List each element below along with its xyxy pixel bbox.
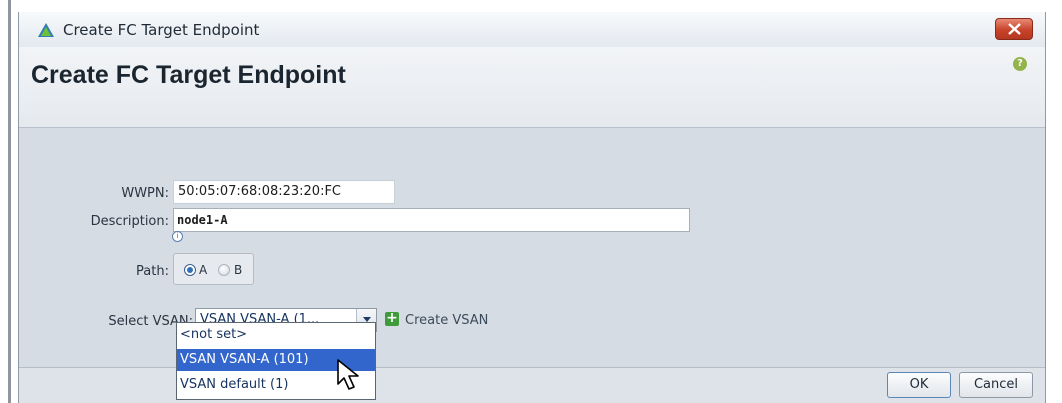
window-titlebar[interactable]: Create FC Target Endpoint xyxy=(19,12,1045,48)
create-vsan-icon[interactable]: + xyxy=(385,311,399,326)
app-logo-icon xyxy=(37,22,55,38)
create-fc-target-endpoint-dialog: Create FC Target Endpoint Create FC Targ… xyxy=(18,12,1046,403)
page-title: Create FC Target Endpoint xyxy=(31,61,346,89)
create-vsan-link[interactable]: Create VSAN xyxy=(405,313,488,328)
path-a-radio[interactable] xyxy=(184,264,196,276)
close-icon xyxy=(1008,23,1021,35)
path-label: Path: xyxy=(136,264,169,279)
info-icon: i xyxy=(172,231,183,242)
dialog-header: Create FC Target Endpoint ? xyxy=(19,47,1045,128)
wwpn-label: WWPN: xyxy=(121,186,169,201)
dialog-footer: OK Cancel xyxy=(19,367,1045,403)
description-label: Description: xyxy=(90,214,169,229)
help-icon[interactable]: ? xyxy=(1013,57,1027,71)
path-a-label: A xyxy=(199,263,208,277)
mouse-cursor-icon xyxy=(337,359,359,390)
path-b-radio[interactable] xyxy=(218,264,230,276)
endpoint-form: WWPN: 50:05:07:68:08:23:20:FC Descriptio… xyxy=(19,128,1045,367)
ok-button[interactable]: OK xyxy=(887,372,951,398)
path-b-label: B xyxy=(234,263,243,277)
window-left-edge xyxy=(8,0,11,403)
description-input[interactable] xyxy=(173,208,690,232)
vsan-option-not-set[interactable]: <not set> xyxy=(177,324,375,346)
vsan-label: Select VSAN: xyxy=(108,314,193,329)
wwpn-value: 50:05:07:68:08:23:20:FC xyxy=(173,180,395,204)
window-title: Create FC Target Endpoint xyxy=(63,21,260,39)
path-radio-group: A B xyxy=(173,253,254,285)
close-button[interactable] xyxy=(995,18,1033,40)
cancel-button[interactable]: Cancel xyxy=(959,372,1033,398)
